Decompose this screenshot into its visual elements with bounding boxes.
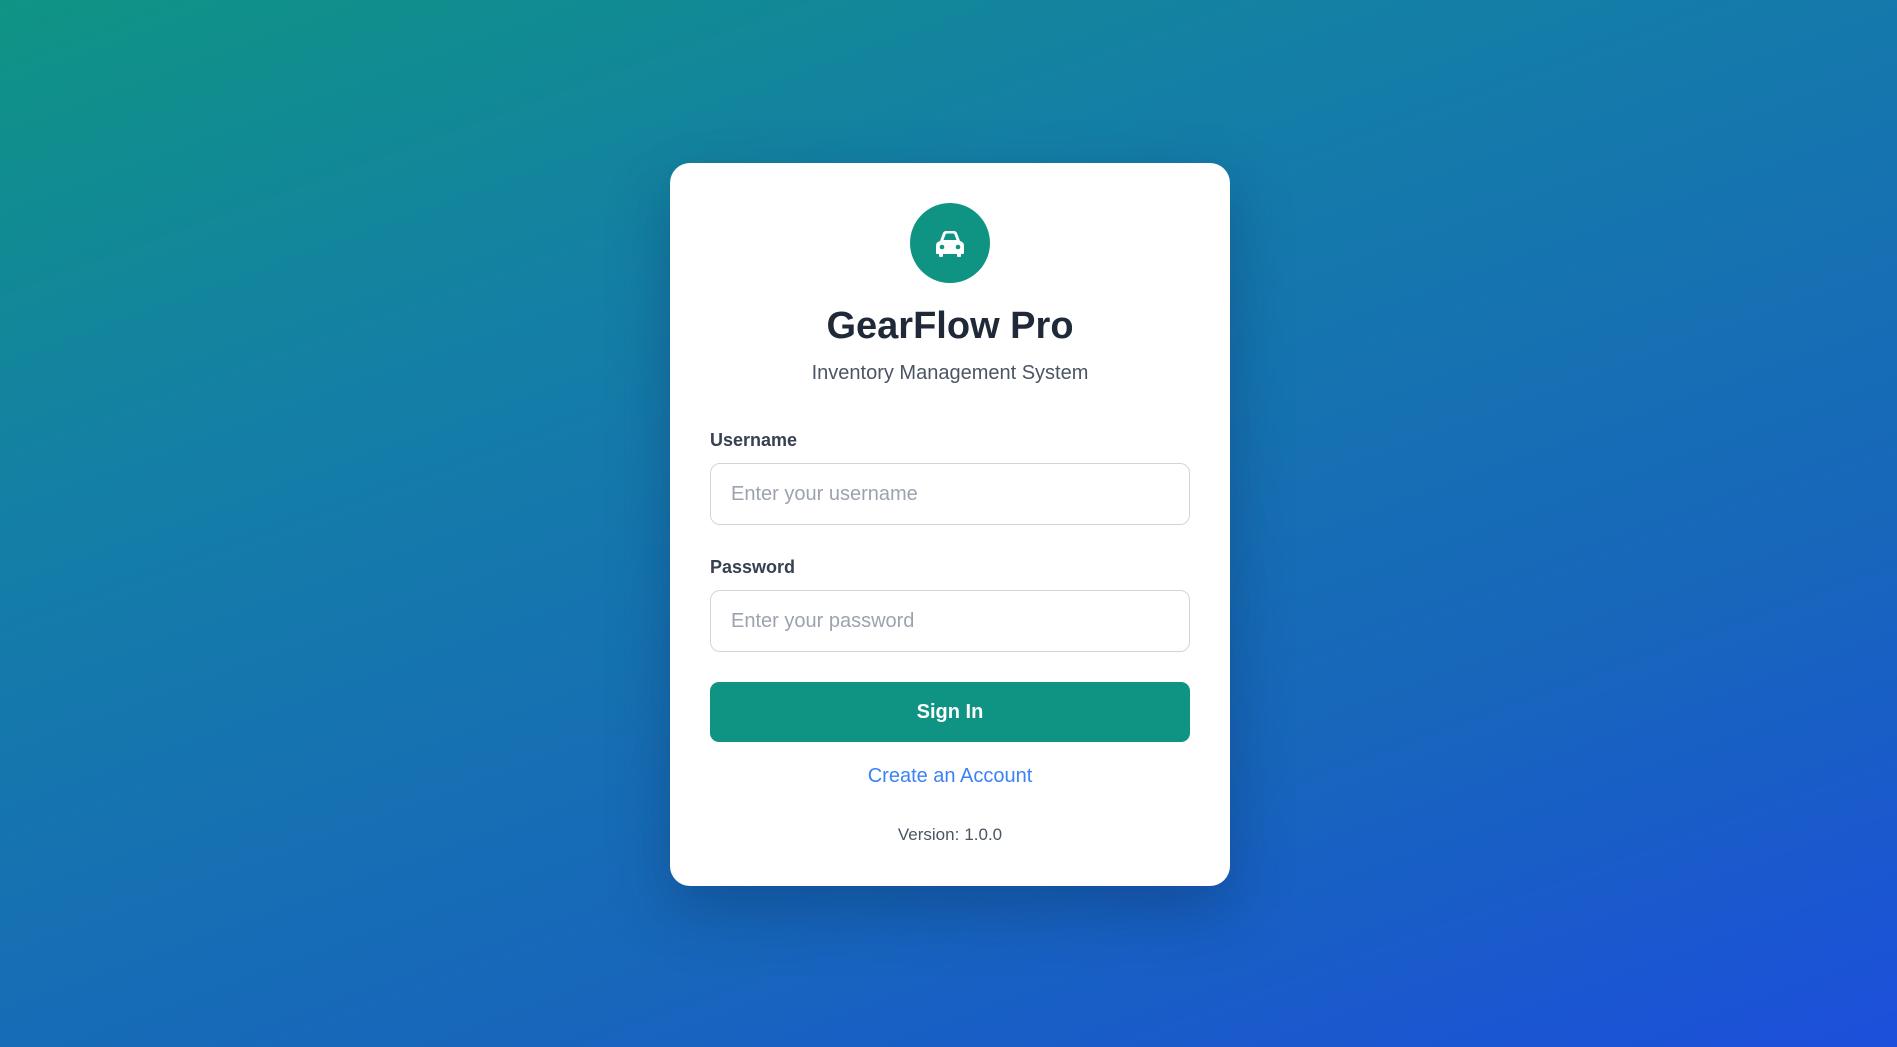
version-label: Version: [897, 825, 960, 844]
create-account-link[interactable]: Create an Account [670, 765, 1230, 788]
app-logo [910, 203, 990, 283]
login-card: GearFlow Pro Inventory Management System… [670, 163, 1230, 886]
app-subtitle: Inventory Management System [811, 362, 1089, 384]
version-info: Version: 1.0.0 [670, 825, 1230, 845]
password-label: Password [710, 557, 796, 577]
app-title: GearFlow Pro [826, 305, 1074, 347]
car-icon [936, 231, 964, 257]
username-input[interactable] [710, 463, 1190, 525]
sign-in-button[interactable]: Sign In [710, 682, 1190, 742]
version-value: 1.0.0 [964, 825, 1003, 844]
username-label: Username [710, 430, 798, 450]
password-input[interactable] [710, 590, 1190, 652]
